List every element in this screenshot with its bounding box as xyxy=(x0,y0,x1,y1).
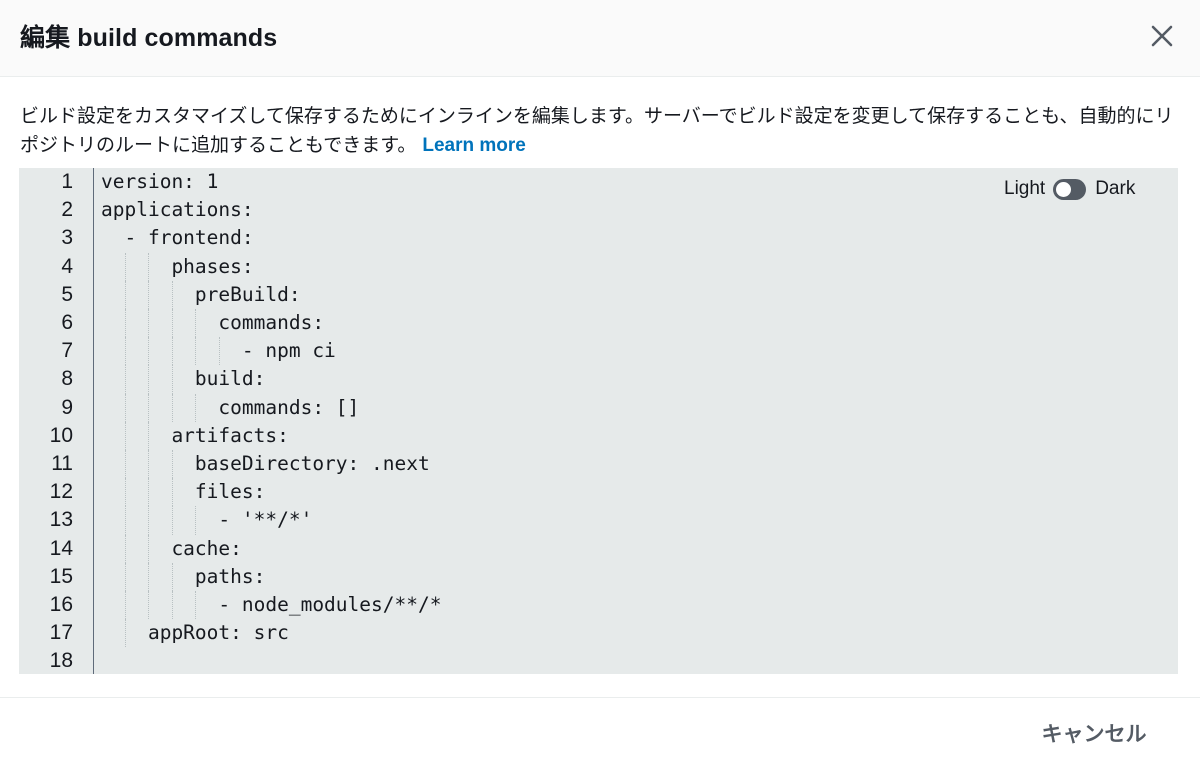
line-number: 4 xyxy=(61,254,73,278)
code-line: version: 1 xyxy=(101,170,219,193)
indent-guide xyxy=(124,450,126,479)
indent-guide xyxy=(195,393,196,422)
modal-header: 編集 build commands xyxy=(0,0,1200,77)
code-line: appRoot: src xyxy=(101,621,289,645)
theme-toggle: Light Dark xyxy=(1004,177,1135,201)
indent-guide xyxy=(171,309,173,338)
theme-switch-knob xyxy=(1056,181,1072,197)
line-number: 9 xyxy=(61,395,73,419)
indent-guide xyxy=(124,252,126,281)
indent-guide xyxy=(124,309,126,338)
indent-guide xyxy=(124,393,126,422)
indent-guide xyxy=(148,309,149,338)
indent-guide xyxy=(148,534,149,563)
learn-more-link[interactable]: Learn more xyxy=(422,135,525,156)
code-line: artifacts: xyxy=(101,423,289,447)
indent-guide xyxy=(148,365,149,394)
indent-guide xyxy=(148,506,149,535)
line-number: 18 xyxy=(49,649,73,673)
line-number: 1 xyxy=(61,170,73,193)
indent-guide xyxy=(171,478,173,507)
code-line: commands: [] xyxy=(101,395,360,419)
indent-guide xyxy=(148,393,149,422)
line-number: 3 xyxy=(61,226,73,250)
indent-guide xyxy=(171,450,173,479)
indent-guide xyxy=(195,506,196,535)
line-number: 11 xyxy=(51,452,73,475)
code-line: baseDirectory: .next xyxy=(101,452,430,475)
code-line: paths: xyxy=(101,564,266,588)
line-number-gutter: 1 2 3 4 5 6 7 8 9 10 11 12 13 14 15 16 17 18 xyxy=(19,168,94,674)
indent-guide xyxy=(195,309,196,338)
code-line: - '**/*' xyxy=(101,508,313,532)
indent-guide xyxy=(171,591,173,620)
indent-guide xyxy=(195,591,196,620)
indent-guide xyxy=(124,562,126,591)
close-icon xyxy=(1151,25,1173,47)
code-line: applications: xyxy=(101,198,254,222)
theme-switch[interactable] xyxy=(1053,178,1087,200)
indent-guide xyxy=(124,337,126,366)
cancel-button[interactable]: キャンセル xyxy=(1030,714,1158,754)
line-number: 14 xyxy=(49,536,73,560)
indent-guide xyxy=(148,562,149,591)
indent-guide xyxy=(124,619,126,648)
indent-guide xyxy=(171,337,173,366)
line-number: 7 xyxy=(61,339,73,363)
code-line: preBuild: xyxy=(101,282,301,306)
indent-guide xyxy=(148,337,149,366)
modal-description: ビルド設定をカスタマイズして保存するためにインラインを編集します。サーバーでビル… xyxy=(20,102,1185,160)
indent-guide xyxy=(124,478,126,507)
line-number: 16 xyxy=(49,593,73,616)
line-number: 8 xyxy=(61,367,73,391)
line-number: 12 xyxy=(49,480,73,504)
code-line: - frontend: xyxy=(101,226,254,250)
code-line: build: xyxy=(101,367,266,391)
indent-guide xyxy=(171,506,173,535)
theme-dark-label: Dark xyxy=(1095,178,1136,199)
indent-guide xyxy=(148,252,149,281)
indent-guide xyxy=(124,591,126,620)
code-line: - node_modules/**/* xyxy=(101,593,442,616)
line-number: 2 xyxy=(61,198,73,222)
indent-guide xyxy=(171,280,173,309)
theme-light-label: Light xyxy=(1004,178,1046,199)
indent-guide xyxy=(148,421,149,450)
line-number: 5 xyxy=(61,282,73,306)
code-editor[interactable]: 1 2 3 4 5 6 7 8 9 10 11 12 13 14 15 16 17 18 Light Dark v… xyxy=(19,168,1178,674)
code-line: commands: xyxy=(101,311,325,334)
indent-guide xyxy=(124,534,126,563)
indent-guide xyxy=(195,337,196,366)
indent-guide xyxy=(171,562,173,591)
indent-guide xyxy=(124,421,126,450)
indent-guide xyxy=(124,365,126,394)
indent-guide xyxy=(148,591,149,620)
line-number: 6 xyxy=(61,311,73,334)
indent-guide xyxy=(148,478,149,507)
indent-guide xyxy=(148,280,149,309)
code-line: files: xyxy=(101,480,266,504)
indent-guide xyxy=(124,280,126,309)
close-button[interactable] xyxy=(1146,20,1178,52)
line-number: 15 xyxy=(49,564,73,588)
indent-guide xyxy=(171,393,173,422)
footer-divider xyxy=(0,697,1200,698)
code-line: cache: xyxy=(101,536,242,560)
indent-guide xyxy=(148,450,149,479)
indent-guide xyxy=(218,337,220,366)
indent-guide xyxy=(171,365,173,394)
line-number: 10 xyxy=(49,423,73,447)
description-text: ビルド設定をカスタマイズして保存するためにインラインを編集します。サーバーでビル… xyxy=(20,106,1174,156)
line-number: 13 xyxy=(49,508,73,532)
line-number: 17 xyxy=(49,621,73,645)
indent-guide xyxy=(124,506,126,535)
modal-title: 編集 build commands xyxy=(20,24,278,52)
